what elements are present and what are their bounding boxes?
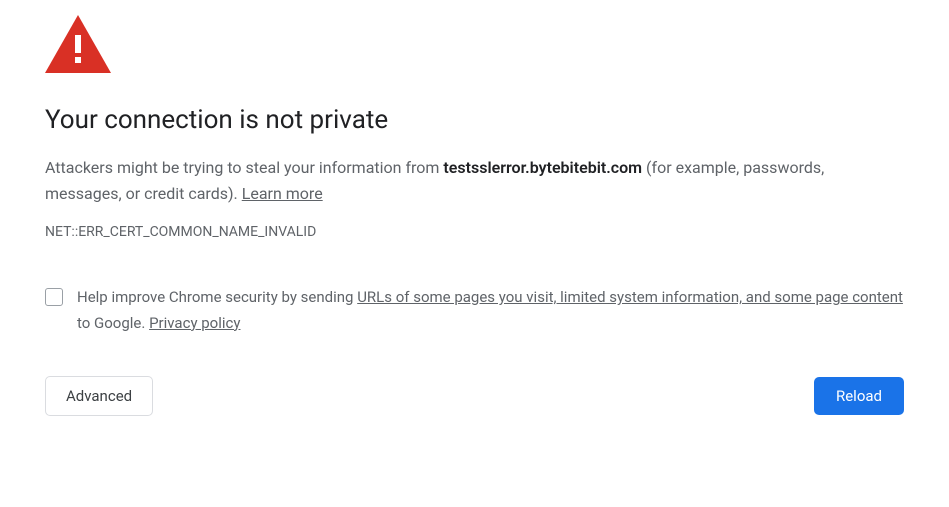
- error-code: NET::ERR_CERT_COMMON_NAME_INVALID: [45, 224, 904, 240]
- opt-in-middle: to Google.: [77, 314, 149, 332]
- opt-in-checkbox[interactable]: [45, 288, 63, 306]
- advanced-button[interactable]: Advanced: [45, 376, 153, 416]
- page-title: Your connection is not private: [45, 105, 904, 135]
- warning-description: Attackers might be trying to steal your …: [45, 155, 904, 206]
- learn-more-link[interactable]: Learn more: [242, 184, 323, 203]
- button-row: Advanced Reload: [45, 376, 904, 416]
- reload-button[interactable]: Reload: [814, 377, 904, 415]
- opt-in-link-urls[interactable]: URLs of some pages you visit, limited sy…: [357, 288, 903, 306]
- description-prefix: Attackers might be trying to steal your …: [45, 158, 443, 177]
- opt-in-text: Help improve Chrome security by sending …: [77, 285, 904, 336]
- opt-in-prefix: Help improve Chrome security by sending: [77, 288, 357, 306]
- description-domain: testsslerror.bytebitebit.com: [443, 158, 642, 177]
- privacy-policy-link[interactable]: Privacy policy: [149, 314, 240, 332]
- warning-triangle-icon: [45, 15, 904, 77]
- opt-in-row: Help improve Chrome security by sending …: [45, 285, 904, 336]
